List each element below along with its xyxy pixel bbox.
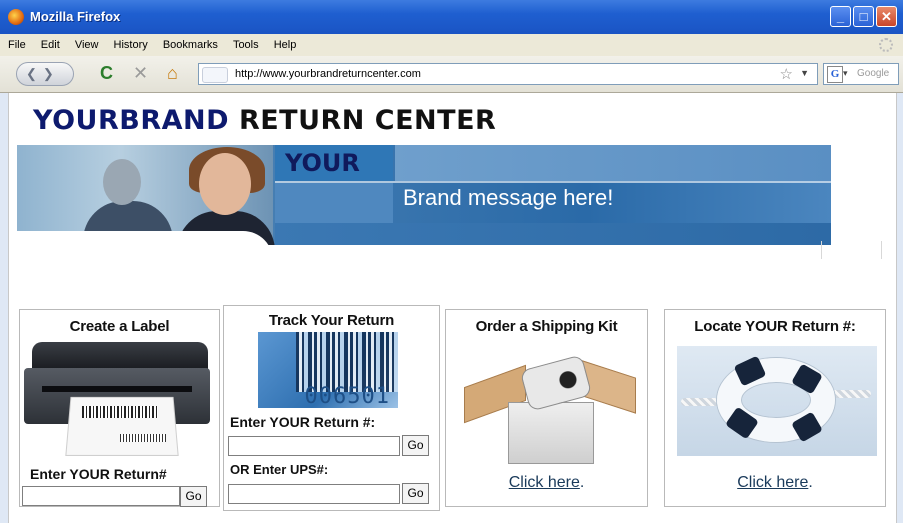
create-label-panel: Create a Label Enter YOUR Return# Go (19, 309, 220, 507)
throbber-icon (879, 38, 893, 52)
stop-icon[interactable]: ✕ (133, 64, 148, 82)
address-url[interactable]: http://www.yourbrandreturncenter.com (235, 68, 421, 80)
printer-image (24, 338, 210, 456)
navigation-toolbar: ❮❯ C ✕ ⌂ http://www.yourbrandreturncente… (0, 56, 903, 93)
menu-bookmarks[interactable]: Bookmarks (163, 39, 218, 51)
back-icon[interactable]: ❮ (26, 66, 43, 81)
banner-photo (17, 145, 275, 245)
bookmark-star-icon[interactable]: ☆ (780, 65, 793, 83)
banner-your-text: YOUR (285, 149, 360, 177)
back-forward-buttons[interactable]: ❮❯ (16, 62, 74, 86)
track-return-input[interactable] (228, 436, 400, 456)
hero-banner: YOUR Brand message here! (17, 145, 831, 245)
address-dropdown-icon[interactable]: ▼ (800, 68, 809, 78)
locate-link[interactable]: Click here (737, 474, 808, 491)
menu-file[interactable]: File (8, 39, 26, 51)
track-return-prompt: Enter YOUR Return #: (230, 414, 376, 430)
shipping-kit-link[interactable]: Click here (509, 474, 580, 491)
shipping-kit-panel: Order a Shipping Kit Click here. (445, 309, 648, 507)
create-label-prompt: Enter YOUR Return# (30, 466, 167, 482)
site-identity-icon[interactable] (202, 67, 228, 83)
window-title: Mozilla Firefox (30, 9, 121, 24)
shipping-kit-link-row: Click here. (508, 474, 585, 491)
google-icon[interactable]: G (827, 66, 843, 83)
menu-view[interactable]: View (75, 39, 99, 51)
barcode-image: 006501 (258, 332, 398, 408)
locate-return-panel: Locate YOUR Return #: Click here. (664, 309, 886, 507)
track-go-button[interactable]: Go (402, 435, 429, 456)
page-content: YOURBRAND RETURN CENTER YOUR Brand messa… (8, 93, 897, 523)
ups-prompt: OR Enter UPS#: (230, 462, 329, 477)
minimize-button[interactable]: _ (830, 6, 851, 27)
address-bar[interactable]: http://www.yourbrandreturncenter.com ☆ ▼ (198, 63, 818, 85)
close-button[interactable]: ✕ (876, 6, 897, 27)
locate-link-row: Click here. (737, 474, 813, 491)
search-engine-dropdown-icon[interactable]: ▾ (843, 68, 848, 79)
barcode-number: 006501 (304, 384, 390, 408)
menu-tools[interactable]: Tools (233, 39, 259, 51)
create-go-button[interactable]: Go (180, 486, 207, 507)
create-return-input[interactable] (22, 486, 180, 506)
search-placeholder[interactable]: Google (857, 68, 889, 79)
menu-history[interactable]: History (114, 39, 148, 51)
brand-name: YOURBRAND (33, 105, 230, 136)
maximize-button[interactable]: □ (853, 6, 874, 27)
ups-input[interactable] (228, 484, 400, 504)
banner-message: Brand message here! (403, 185, 614, 210)
shipping-box-image (464, 354, 636, 464)
shipping-kit-title: Order a Shipping Kit (475, 318, 618, 335)
forward-icon[interactable]: ❯ (43, 66, 60, 81)
title-bar: Mozilla Firefox _ □ ✕ (0, 0, 903, 35)
browser-window: Mozilla Firefox _ □ ✕ File Edit View His… (0, 0, 903, 523)
create-label-title: Create a Label (69, 318, 170, 335)
home-icon[interactable]: ⌂ (167, 64, 178, 82)
track-return-title: Track Your Return (268, 312, 395, 329)
firefox-icon (8, 9, 24, 25)
menu-bar: File Edit View History Bookmarks Tools H… (0, 34, 903, 56)
menu-help[interactable]: Help (274, 39, 297, 51)
menu-edit[interactable]: Edit (41, 39, 60, 51)
track-return-panel: Track Your Return 006501 Enter YOUR Retu… (223, 305, 440, 511)
ups-go-button[interactable]: Go (402, 483, 429, 504)
life-ring-image (677, 346, 877, 456)
reload-icon[interactable]: C (100, 64, 113, 82)
brand-subtitle: RETURN CENTER (238, 105, 497, 136)
search-bar[interactable]: G ▾ Google (823, 63, 899, 85)
locate-return-title: Locate YOUR Return #: (694, 318, 856, 335)
page-title: YOURBRAND RETURN CENTER (33, 105, 496, 136)
